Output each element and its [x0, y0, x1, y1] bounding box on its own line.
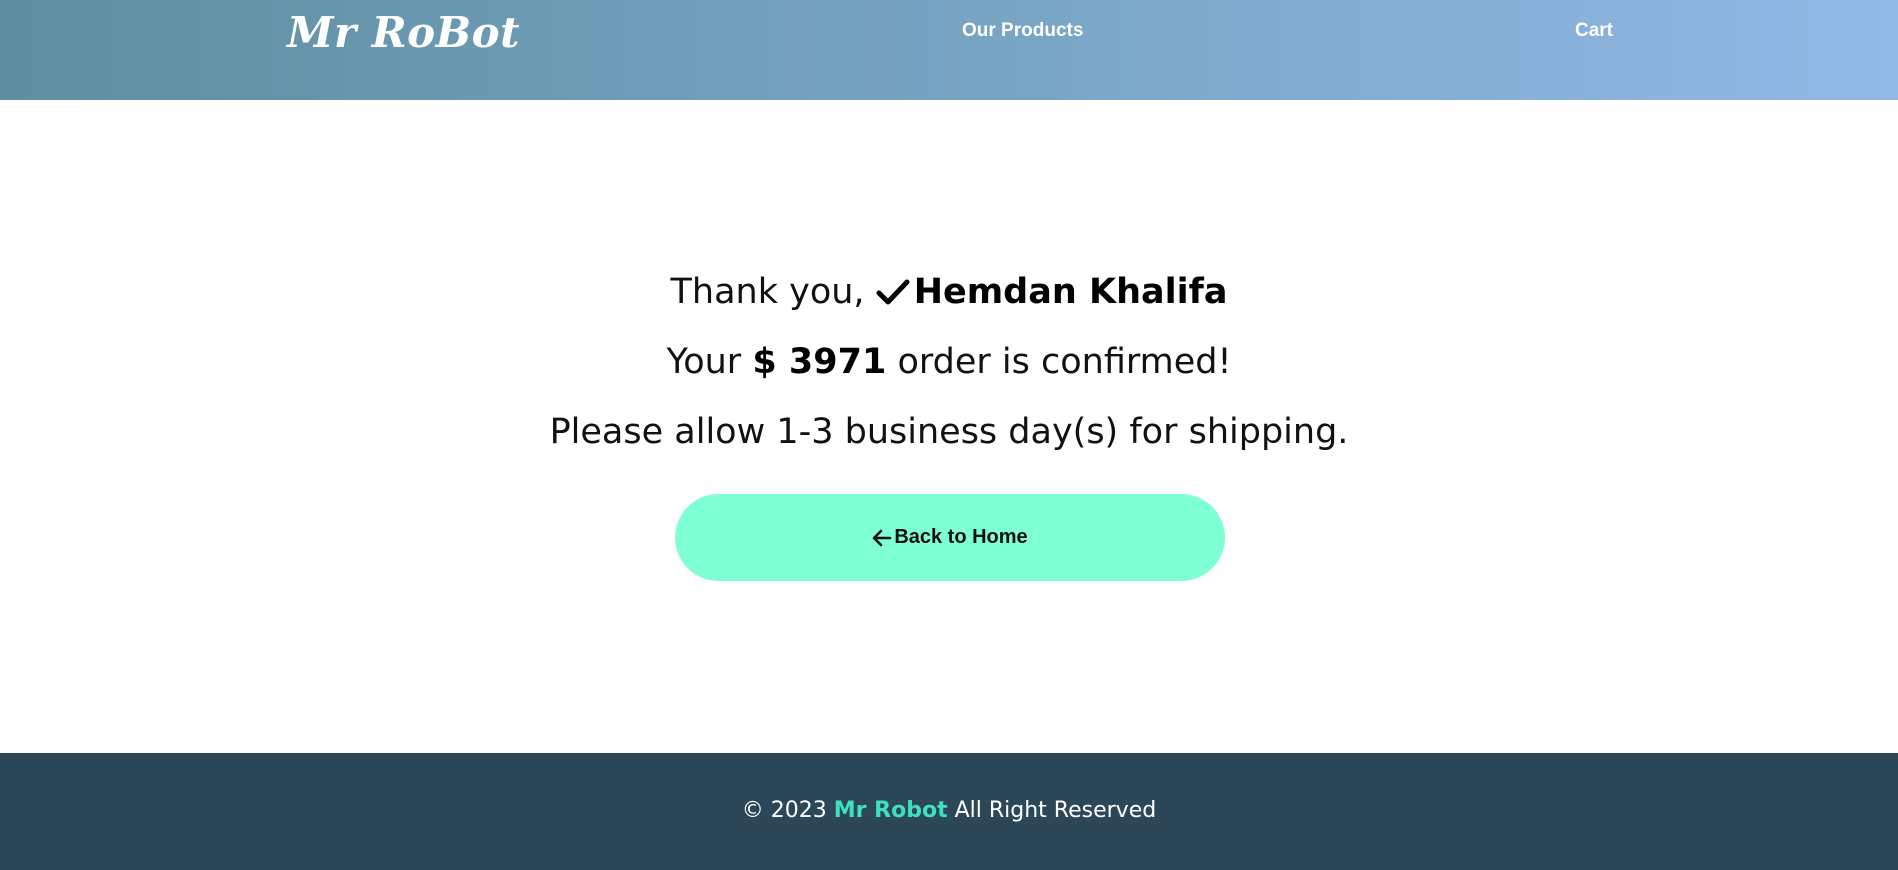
order-amount: $ 3971 [752, 342, 887, 382]
site-header: Mr RoBot Our Products Cart [0, 0, 1898, 100]
footer-copyright: © 2023 Mr Robot All Right Reserved [0, 798, 1898, 823]
order-confirmed-text: Your $ 3971 order is confirmed! [0, 342, 1898, 382]
footer-brand: Mr Robot [833, 798, 948, 823]
back-to-home-button[interactable]: Back to Home [675, 494, 1225, 581]
page: Mr RoBot Our Products Cart Thank you, He… [0, 0, 1898, 870]
footer-rights: All Right Reserved [954, 798, 1157, 823]
customer-name: Hemdan Khalifa [913, 272, 1228, 312]
order-prefix: Your [666, 342, 742, 382]
back-to-home-label: Back to Home [894, 526, 1028, 548]
order-suffix: order is confirmed! [897, 342, 1232, 382]
thank-you-heading: Thank you, Hemdan Khalifa [0, 272, 1898, 312]
nav-our-products-link[interactable]: Our Products [962, 20, 1083, 42]
shipping-message: Please allow 1-3 business day(s) for shi… [549, 412, 1349, 452]
confirmation-section: Thank you, Hemdan Khalifa Your $ 3971 or… [0, 100, 1898, 753]
copyright-year: © 2023 [741, 798, 827, 823]
thank-you-prefix: Thank you, [670, 272, 865, 312]
nav-cart-link[interactable]: Cart [1575, 20, 1613, 42]
arrow-left-icon [872, 529, 892, 547]
check-icon [876, 275, 910, 305]
site-logo[interactable]: Mr RoBot [287, 8, 520, 57]
site-footer: © 2023 Mr Robot All Right Reserved [0, 753, 1898, 870]
